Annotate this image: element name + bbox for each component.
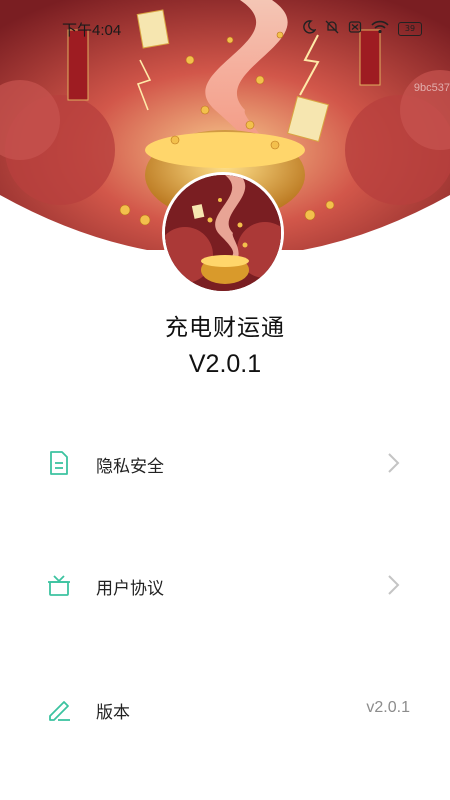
moon-icon (302, 20, 317, 38)
pencil-icon (46, 696, 72, 722)
menu-item-privacy[interactable]: 隐私安全 (0, 433, 450, 493)
status-icons: 39 (302, 20, 422, 38)
status-time: 下午4:04 (62, 22, 122, 39)
menu-item-label: 用户协议 (96, 579, 164, 599)
bell-muted-icon (325, 20, 339, 38)
version-value: v2.0.1 (366, 699, 410, 716)
sim-off-icon (348, 20, 362, 38)
battery-icon: 39 (398, 22, 422, 36)
wifi-icon (371, 20, 389, 38)
chevron-right-icon (386, 452, 400, 474)
app-logo-image (165, 175, 281, 291)
watermark-text: 9bc537 (413, 82, 450, 94)
menu-item-user-agreement[interactable]: 用户协议 (0, 555, 450, 615)
gift-box-icon (46, 572, 72, 598)
document-icon (46, 450, 72, 476)
app-logo-avatar (162, 172, 284, 294)
status-bar: 下午4:04 39 (0, 0, 450, 58)
app-name: 充电财运通 (165, 315, 285, 341)
app-version: V2.0.1 (188, 350, 262, 378)
menu-item-label: 隐私安全 (96, 457, 164, 477)
menu-item-version[interactable]: 版本 v2.0.1 (0, 679, 450, 739)
chevron-right-icon (386, 574, 400, 596)
menu-item-label: 版本 (96, 703, 130, 723)
